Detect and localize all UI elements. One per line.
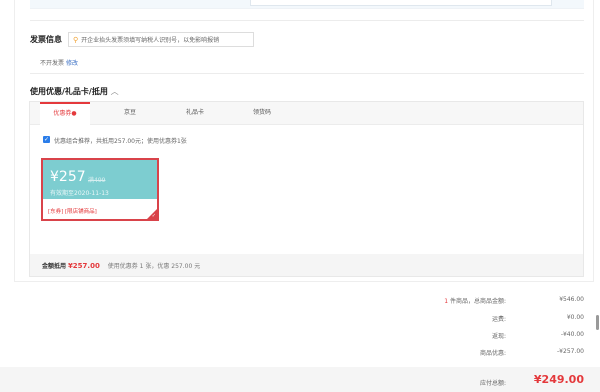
tab-gift-card[interactable]: 礼品卡 [170,102,220,124]
divider [30,73,584,74]
divider [30,20,584,21]
coupon-card[interactable]: ¥257 满499 有效期至2020-11-13 [东券] [限店铺商品] ✓ [41,158,159,221]
payable-value: ¥249.00 [533,373,584,386]
coupon-desc: [东券] [限店铺商品] [48,209,97,215]
coupon-price: ¥257 [50,169,86,185]
shipping-label: 运费: [491,316,506,323]
tab-coupon[interactable]: 优惠券● [40,102,90,125]
summary-detail: 使用优惠券 1 张，优惠 257.00 元 [107,263,201,270]
item-count: 1 [444,298,449,305]
invoice-hint: ⚲ 开企业抬头发票须填写纳税人识别号，以免影响报销 [68,32,254,47]
discount-label: 商品优惠: [479,350,506,357]
summary-label: 金额抵用 [42,263,67,270]
address-strip-box [250,0,552,6]
discount-tabs: 优惠券● 京豆 礼品卡 领货码 [30,102,583,125]
invoice-status: 不开发票 [40,60,65,67]
invoice-hint-text: 开企业抬头发票须填写纳税人识别号，以免影响报销 [81,37,220,44]
rebate-value: -¥40.00 [560,331,584,338]
invoice-modify-link[interactable]: 修改 [66,60,78,67]
coupon-condition: 满499 [88,177,106,184]
shipping-value: ¥0.00 [566,314,584,321]
item-count-suffix: 件商品，总商品金额: [449,298,506,305]
scrollbar-thumb[interactable] [596,315,599,330]
tab-coupon-label: 优惠券 [53,110,72,117]
goods-total-label: 1 件商品，总商品金额: [380,296,506,305]
tab-jingdou[interactable]: 京豆 [105,102,155,124]
check-icon: ✓ [151,213,156,219]
chevron-up-icon: ︿ [110,87,119,96]
payable-label: 应付总额: [479,380,506,387]
rebate-label: 返现: [491,333,506,340]
combo-text: 优惠组合推荐，共抵用257.00元；使用优惠券1张 [54,138,187,145]
discount-section-title[interactable]: 使用优惠/礼品卡/抵用 ︿ [30,86,119,97]
location-pin-icon: ⚲ [73,36,79,44]
combo-checkbox[interactable]: ✓ [43,136,50,143]
coupon-card-header: ¥257 满499 有效期至2020-11-13 [43,160,157,199]
coupon-expiry: 有效期至2020-11-13 [50,190,109,197]
invoice-status-row: 不开发票 修改 [40,58,78,67]
new-dot-icon: ● [71,110,77,117]
invoice-title: 发票信息 [30,35,62,44]
summary-amount: ¥257.00 [67,262,100,270]
tab-redeem-code[interactable]: 领货码 [237,102,287,124]
discount-section-label: 使用优惠/礼品卡/抵用 [30,87,108,96]
discount-value: -¥257.00 [557,348,584,355]
goods-total-value: ¥546.00 [559,296,584,303]
discount-summary: 金额抵用 ¥257.00 使用优惠券 1 张，优惠 257.00 元 [42,261,200,270]
